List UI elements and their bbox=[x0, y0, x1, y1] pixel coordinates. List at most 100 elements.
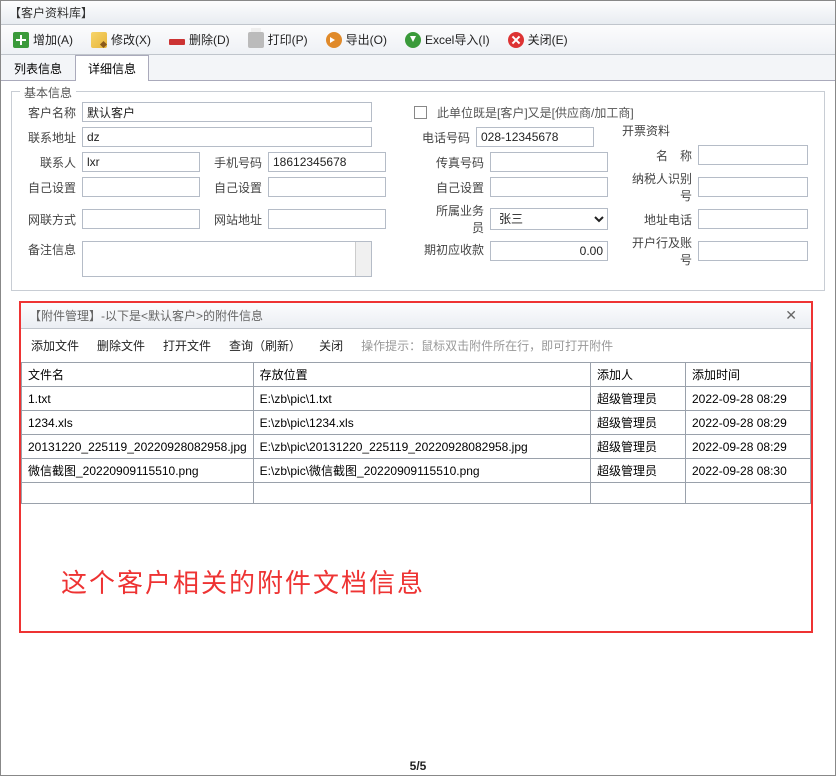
th-addtime[interactable]: 添加时间 bbox=[686, 363, 811, 387]
add-label: 增加(A) bbox=[33, 31, 73, 48]
close-label: 关闭(E) bbox=[528, 31, 568, 48]
input-custom2[interactable] bbox=[268, 177, 386, 197]
export-icon bbox=[326, 32, 342, 48]
lbl-mobile: 手机号码 bbox=[206, 154, 262, 171]
table-row[interactable]: 20131220_225119_20220928082958.jpgE:\zb\… bbox=[22, 435, 811, 459]
delete-label: 删除(D) bbox=[189, 31, 230, 48]
main-toolbar: 增加(A) 修改(X) 删除(D) 打印(P) 导出(O) Excel导入(I)… bbox=[1, 25, 835, 55]
attachment-toolbar: 添加文件 删除文件 打开文件 查询（刷新） 关闭 操作提示：鼠标双击附件所在行，… bbox=[21, 329, 811, 362]
add-button[interactable]: 增加(A) bbox=[7, 29, 79, 50]
main-window: 【客户资料库】 增加(A) 修改(X) 删除(D) 打印(P) 导出(O) Ex… bbox=[0, 0, 836, 776]
attach-delete-button[interactable]: 删除文件 bbox=[97, 337, 145, 354]
close-button[interactable]: 关闭(E) bbox=[502, 29, 574, 50]
edit-icon bbox=[91, 32, 107, 48]
cell-filename: 1.txt bbox=[22, 387, 254, 411]
th-adder[interactable]: 添加人 bbox=[591, 363, 686, 387]
lbl-remark: 备注信息 bbox=[20, 241, 76, 258]
close-icon bbox=[508, 32, 524, 48]
table-row[interactable]: 微信截图_20220909115510.pngE:\zb\pic\微信截图_20… bbox=[22, 459, 811, 483]
groupbox-basic-title: 基本信息 bbox=[20, 84, 76, 101]
import-label: Excel导入(I) bbox=[425, 31, 490, 48]
attachment-close-button[interactable]: ✕ bbox=[779, 307, 803, 324]
input-inv-addr[interactable] bbox=[698, 209, 808, 229]
th-filename[interactable]: 文件名 bbox=[22, 363, 254, 387]
cell-adder: 超级管理员 bbox=[591, 459, 686, 483]
attachment-titlebar: 【附件管理】-以下是<默认客户>的附件信息 ✕ bbox=[21, 303, 811, 329]
scrollbar[interactable] bbox=[355, 242, 371, 276]
invoice-panel: 开票资料 名 称 纳税人识别号 地址电话 开户行及账号 bbox=[622, 122, 808, 273]
export-label: 导出(O) bbox=[346, 31, 387, 48]
cell-filename: 1234.xls bbox=[22, 411, 254, 435]
attach-open-button[interactable]: 打开文件 bbox=[163, 337, 211, 354]
lbl-salesman: 所属业务员 bbox=[428, 202, 484, 236]
tab-list[interactable]: 列表信息 bbox=[1, 55, 75, 81]
cell-location: E:\zb\pic\1.txt bbox=[253, 387, 590, 411]
cell-location: E:\zb\pic\微信截图_20220909115510.png bbox=[253, 459, 590, 483]
cell-location: E:\zb\pic\1234.xls bbox=[253, 411, 590, 435]
attach-close-link[interactable]: 关闭 bbox=[319, 337, 343, 354]
attach-add-button[interactable]: 添加文件 bbox=[31, 337, 79, 354]
lbl-website: 网站地址 bbox=[206, 211, 262, 228]
input-contact-addr[interactable] bbox=[82, 127, 372, 147]
table-row[interactable]: 1234.xlsE:\zb\pic\1234.xls超级管理员2022-09-2… bbox=[22, 411, 811, 435]
lbl-dual-role: 此单位既是[客户]又是[供应商/加工商] bbox=[437, 104, 634, 121]
input-net-contact[interactable] bbox=[82, 209, 200, 229]
cell-filename: 20131220_225119_20220928082958.jpg bbox=[22, 435, 254, 459]
lbl-phone: 电话号码 bbox=[414, 129, 470, 146]
input-remark[interactable] bbox=[82, 241, 372, 277]
input-website[interactable] bbox=[268, 209, 386, 229]
delete-icon bbox=[169, 39, 185, 45]
input-inv-taxid[interactable] bbox=[698, 177, 808, 197]
export-button[interactable]: 导出(O) bbox=[320, 29, 393, 50]
window-title: 【客户资料库】 bbox=[1, 1, 835, 25]
invoice-title: 开票资料 bbox=[622, 122, 808, 139]
excel-import-button[interactable]: Excel导入(I) bbox=[399, 29, 496, 50]
input-mobile[interactable] bbox=[268, 152, 386, 172]
print-icon bbox=[248, 32, 264, 48]
cell-location: E:\zb\pic\20131220_225119_20220928082958… bbox=[253, 435, 590, 459]
input-inv-name[interactable] bbox=[698, 145, 808, 165]
tab-detail[interactable]: 详细信息 bbox=[75, 55, 149, 81]
cell-addtime: 2022-09-28 08:29 bbox=[686, 387, 811, 411]
annotation-text: 这个客户相关的附件文档信息 bbox=[61, 563, 425, 600]
lbl-fax: 传真号码 bbox=[428, 154, 484, 171]
input-fax[interactable] bbox=[490, 152, 608, 172]
footer-pager: 5/5 bbox=[1, 759, 835, 773]
input-custom3[interactable] bbox=[490, 177, 608, 197]
select-salesman[interactable]: 张三 bbox=[490, 208, 608, 230]
checkbox-dual-role[interactable] bbox=[414, 106, 427, 119]
attach-hint: 操作提示：鼠标双击附件所在行，即可打开附件 bbox=[361, 337, 613, 354]
lbl-initial-receive: 期初应收款 bbox=[414, 241, 484, 258]
lbl-inv-taxid: 纳税人识别号 bbox=[622, 170, 692, 204]
input-inv-bank[interactable] bbox=[698, 241, 808, 261]
delete-button[interactable]: 删除(D) bbox=[163, 29, 236, 50]
plus-icon bbox=[13, 32, 29, 48]
cell-addtime: 2022-09-28 08:30 bbox=[686, 459, 811, 483]
print-button[interactable]: 打印(P) bbox=[242, 29, 314, 50]
import-icon bbox=[405, 32, 421, 48]
lbl-custom1: 自己设置 bbox=[20, 179, 76, 196]
attach-refresh-button[interactable]: 查询（刷新） bbox=[229, 337, 301, 354]
cell-adder: 超级管理员 bbox=[591, 411, 686, 435]
attachment-dialog: 【附件管理】-以下是<默认客户>的附件信息 ✕ 添加文件 删除文件 打开文件 查… bbox=[19, 301, 813, 633]
form-area: 基本信息 客户名称 此单位既是[客户]又是[供应商/加工商] 联系地址 电话号码… bbox=[1, 81, 835, 301]
input-custom1[interactable] bbox=[82, 177, 200, 197]
th-location[interactable]: 存放位置 bbox=[253, 363, 590, 387]
edit-button[interactable]: 修改(X) bbox=[85, 29, 157, 50]
table-row-empty bbox=[22, 483, 811, 504]
cell-addtime: 2022-09-28 08:29 bbox=[686, 411, 811, 435]
lbl-custom2: 自己设置 bbox=[206, 179, 262, 196]
input-contact-person[interactable] bbox=[82, 152, 200, 172]
cell-adder: 超级管理员 bbox=[591, 387, 686, 411]
input-customer-name[interactable] bbox=[82, 102, 372, 122]
input-phone[interactable] bbox=[476, 127, 594, 147]
input-initial-receive[interactable] bbox=[490, 241, 608, 261]
attachment-table: 文件名 存放位置 添加人 添加时间 1.txtE:\zb\pic\1.txt超级… bbox=[21, 362, 811, 504]
edit-label: 修改(X) bbox=[111, 31, 151, 48]
lbl-contact-person: 联系人 bbox=[20, 154, 76, 171]
table-row[interactable]: 1.txtE:\zb\pic\1.txt超级管理员2022-09-28 08:2… bbox=[22, 387, 811, 411]
lbl-customer-name: 客户名称 bbox=[20, 104, 76, 121]
lbl-inv-addr: 地址电话 bbox=[622, 211, 692, 228]
lbl-inv-name: 名 称 bbox=[622, 147, 692, 164]
print-label: 打印(P) bbox=[268, 31, 308, 48]
